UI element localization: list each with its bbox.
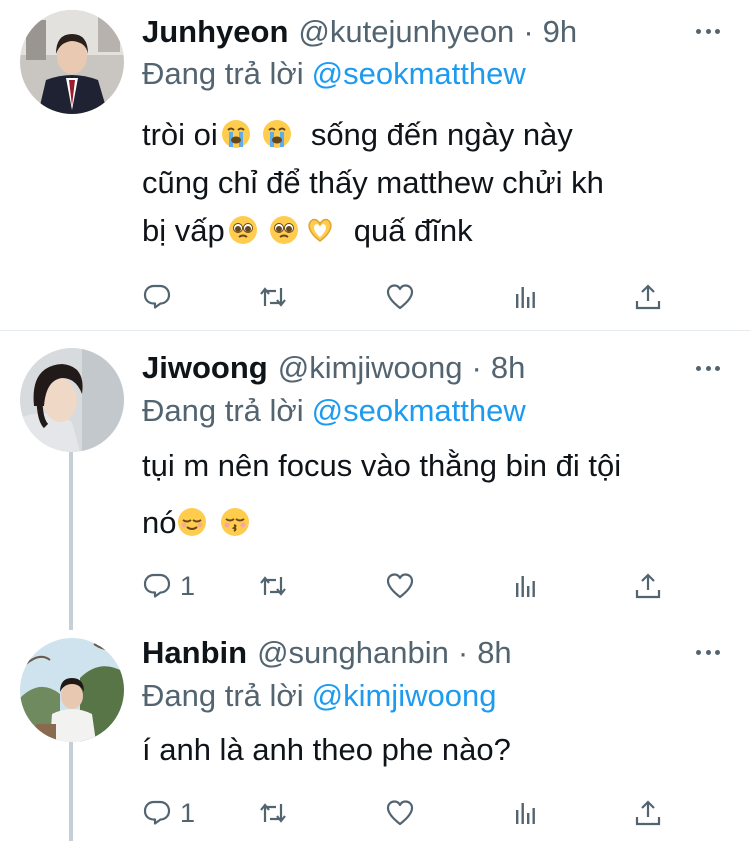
reply-mention[interactable]: @kimjiwoong	[312, 678, 497, 713]
tweet-text: í anh là anh theo phe nào?	[142, 726, 732, 774]
avatar[interactable]	[20, 10, 124, 114]
loudly-crying-face-icon	[262, 119, 292, 149]
replying-label: Đang trả lời	[142, 393, 304, 428]
tweet-jiwoong[interactable]: Jiwoong @kimjiwoong · 8h Đang trả lời @se…	[0, 331, 750, 621]
timestamp[interactable]: 9h	[543, 12, 577, 52]
text-line: nó	[142, 499, 732, 547]
action-bar: 1	[142, 793, 682, 833]
display-name[interactable]: Jiwoong	[142, 348, 268, 388]
share-icon	[635, 284, 661, 310]
avatar[interactable]	[20, 348, 124, 452]
heart-hands-icon	[305, 215, 335, 245]
replying-to: Đang trả lời @kimjiwoong	[142, 676, 496, 716]
replying-label: Đang trả lời	[142, 56, 304, 91]
text-line: tròi oi sống đến ngày này	[142, 111, 732, 159]
text-line: bị vấp quấ đĩnk	[142, 207, 732, 255]
user-handle[interactable]: @kimjiwoong	[278, 348, 463, 388]
retweet-button[interactable]	[258, 277, 288, 317]
loudly-crying-face-icon	[221, 119, 251, 149]
text-segment: nó	[142, 505, 177, 540]
share-button[interactable]	[633, 277, 663, 317]
stats-icon	[516, 803, 535, 824]
tweet-text: tụi m nên focus vào thằng bin đi tội nó	[142, 442, 732, 547]
reply-button[interactable]: 1	[142, 793, 195, 833]
text-segment: tròi oi	[142, 117, 218, 152]
reply-button[interactable]: 1	[142, 566, 195, 606]
tweet-hanbin[interactable]: Hanbin @sunghanbin · 8h Đang trả lời @kim…	[0, 621, 750, 841]
text-line: cũng chỉ để thấy matthew chửi kh	[142, 165, 604, 200]
heart-icon	[386, 573, 414, 599]
replying-label: Đang trả lời	[142, 678, 304, 713]
display-name[interactable]: Junhyeon	[142, 12, 288, 52]
retweet-icon	[260, 576, 286, 596]
share-button[interactable]	[633, 566, 663, 606]
more-options-icon[interactable]	[696, 29, 720, 35]
pleading-face-icon	[269, 215, 299, 245]
like-button[interactable]	[385, 277, 415, 317]
separator-dot: ·	[471, 350, 482, 385]
retweet-icon	[260, 803, 286, 823]
heart-icon	[386, 284, 414, 310]
user-handle[interactable]: @sunghanbin	[257, 633, 449, 673]
text-segment: bị vấp	[142, 213, 225, 248]
heart-icon	[386, 800, 414, 826]
pleading-face-icon	[228, 215, 258, 245]
reply-button[interactable]	[142, 277, 180, 317]
reply-mention[interactable]: @seokmatthew	[312, 56, 526, 91]
kissing-face-icon	[220, 507, 250, 537]
stats-button[interactable]	[510, 566, 540, 606]
stats-icon	[516, 576, 535, 597]
reply-icon	[143, 284, 171, 309]
retweet-button[interactable]	[258, 793, 288, 833]
like-button[interactable]	[385, 566, 415, 606]
text-line: tụi m nên focus vào thằng bin đi tội	[142, 448, 622, 483]
separator-dot: ·	[523, 14, 534, 49]
text-segment: sống đến ngày này	[310, 117, 573, 152]
text-segment: quấ đĩnk	[353, 213, 473, 248]
share-button[interactable]	[633, 793, 663, 833]
relieved-face-icon	[177, 507, 207, 537]
tweet-header: Jiwoong @kimjiwoong · 8h	[142, 348, 525, 388]
retweet-icon	[260, 287, 286, 307]
timestamp[interactable]: 8h	[477, 633, 511, 673]
tweet-header: Hanbin @sunghanbin · 8h	[142, 633, 512, 673]
share-icon	[635, 573, 661, 599]
timestamp[interactable]: 8h	[491, 348, 525, 388]
retweet-button[interactable]	[258, 566, 288, 606]
more-options-icon[interactable]	[696, 366, 720, 372]
text-line: í anh là anh theo phe nào?	[142, 732, 511, 767]
display-name[interactable]: Hanbin	[142, 633, 247, 673]
separator-dot: ·	[457, 635, 469, 670]
like-button[interactable]	[385, 793, 415, 833]
reply-icon	[143, 573, 171, 598]
share-icon	[635, 800, 661, 826]
action-bar: 1	[142, 566, 682, 606]
replying-to: Đang trả lời @seokmatthew	[142, 391, 526, 431]
tweet-text: tròi oi sống đến ngày này cũng chỉ để thấ…	[142, 111, 732, 255]
reply-count: 1	[180, 797, 196, 828]
replying-to: Đang trả lời @seokmatthew	[142, 54, 526, 94]
user-handle[interactable]: @kutejunhyeon	[298, 12, 514, 52]
stats-button[interactable]	[510, 277, 540, 317]
avatar[interactable]	[20, 638, 124, 742]
reply-count: 1	[180, 570, 196, 601]
reply-icon	[143, 800, 171, 825]
action-bar	[142, 277, 682, 317]
reply-mention[interactable]: @seokmatthew	[312, 393, 526, 428]
stats-button[interactable]	[510, 793, 540, 833]
tweet-junhyeon[interactable]: Junhyeon @kutejunhyeon · 9h Đang trả lời…	[0, 0, 750, 331]
stats-icon	[516, 287, 535, 308]
more-options-icon[interactable]	[696, 650, 720, 656]
tweet-header: Junhyeon @kutejunhyeon · 9h	[142, 12, 577, 52]
